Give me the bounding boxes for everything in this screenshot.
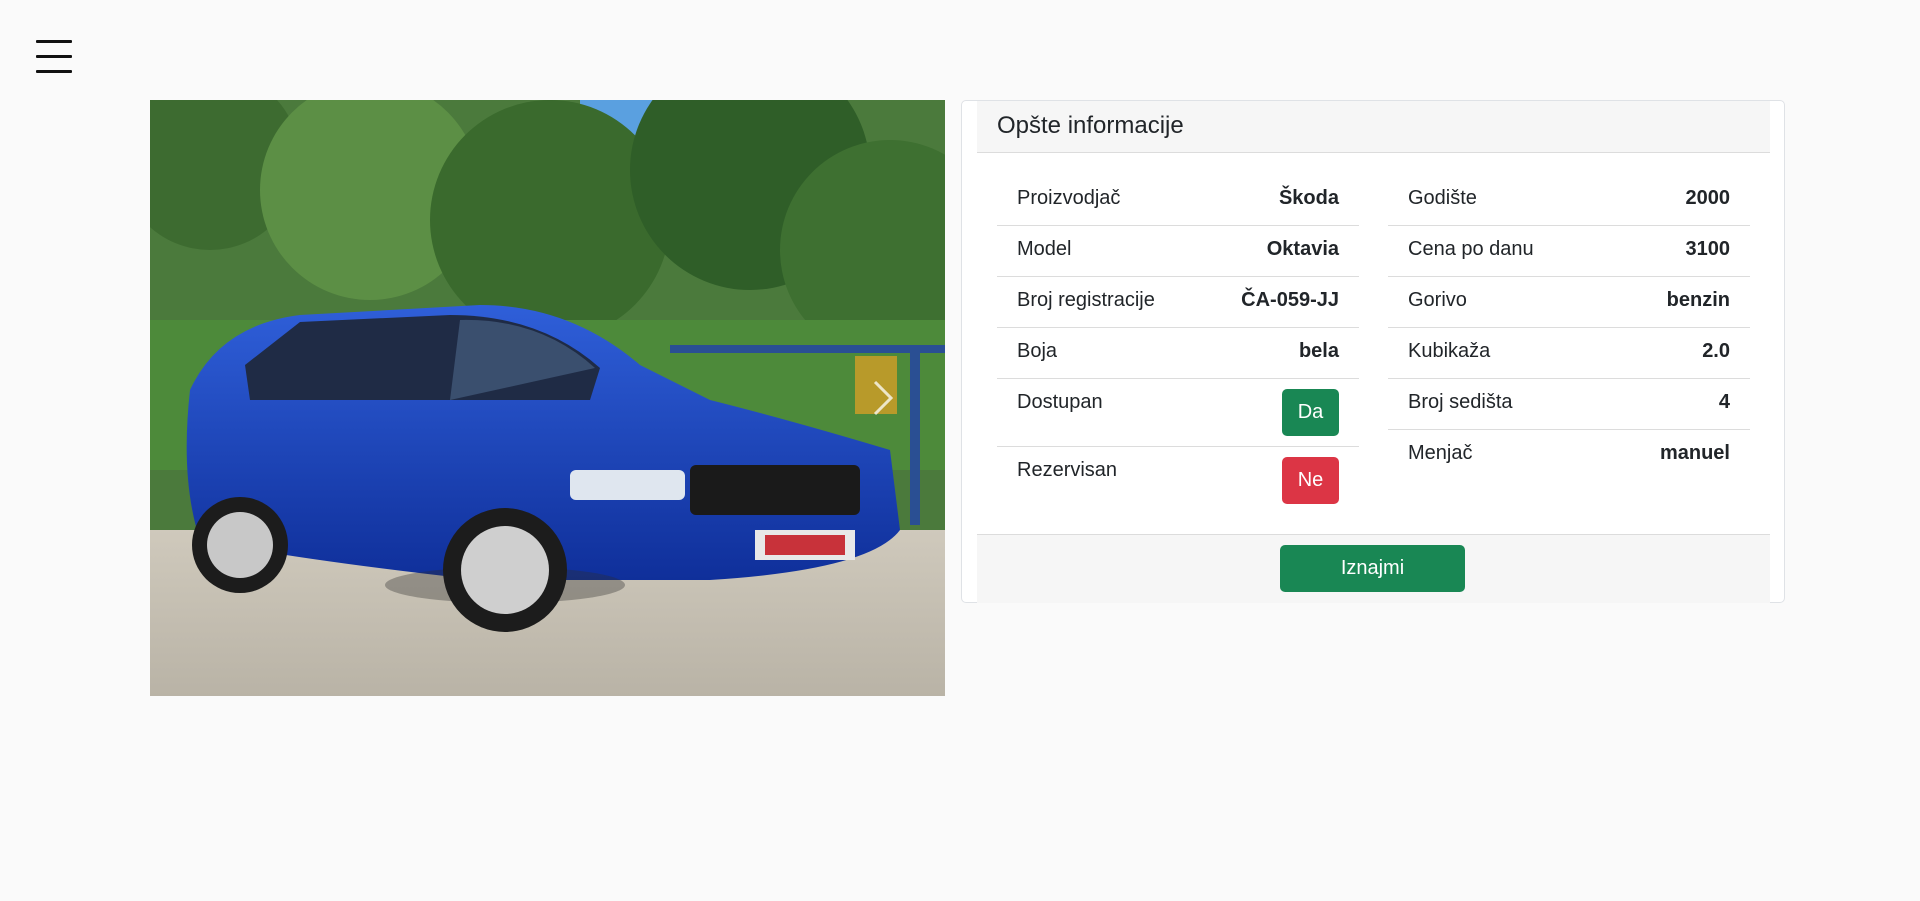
info-row-manufacturer: Proizvodjač Škoda [997, 175, 1359, 226]
chevron-right-icon [873, 380, 894, 416]
info-row-year: Godište 2000 [1388, 175, 1750, 226]
car-photo [150, 100, 945, 696]
row-label: Model [1017, 238, 1072, 260]
hamburger-menu-icon[interactable] [36, 40, 72, 74]
row-label: Kubikaža [1408, 340, 1491, 362]
info-row-available: Dostupan Da [997, 379, 1359, 447]
row-value: Škoda [1278, 187, 1339, 209]
row-value: benzin [1666, 289, 1730, 311]
general-info-card: Opšte informacije Proizvodjač Škoda Mode… [961, 100, 1785, 603]
menu-bar [36, 55, 72, 58]
row-value: ČA-059-JJ [1241, 289, 1339, 311]
row-label: Gorivo [1408, 289, 1467, 311]
card-title: Opšte informacije [997, 112, 1184, 139]
row-label: Cena po danu [1408, 238, 1534, 260]
info-column-right: Godište 2000 Cena po danu 3100 Gorivo be… [1388, 175, 1750, 481]
row-label: Broj registracije [1017, 289, 1155, 311]
info-row-displacement: Kubikaža 2.0 [1388, 328, 1750, 379]
row-value: 2.0 [1702, 340, 1730, 362]
row-value: bela [1298, 340, 1339, 362]
row-value: 4 [1718, 391, 1730, 413]
row-value: 3100 [1685, 238, 1731, 260]
row-label: Boja [1017, 340, 1058, 362]
info-row-model: Model Oktavia [997, 226, 1359, 277]
info-row-price-per-day: Cena po danu 3100 [1388, 226, 1750, 277]
row-label: Broj sedišta [1408, 391, 1513, 413]
info-row-transmission: Menjač manuel [1388, 430, 1750, 481]
info-row-seats: Broj sedišta 4 [1388, 379, 1750, 430]
available-status-badge: Da [1282, 389, 1339, 436]
row-label: Proizvodjač [1017, 187, 1121, 209]
row-label: Godište [1408, 187, 1477, 209]
row-value: manuel [1659, 442, 1730, 464]
info-column-left: Proizvodjač Škoda Model Oktavia Broj reg… [997, 175, 1359, 515]
row-label: Rezervisan [1017, 459, 1118, 481]
card-header: Opšte informacije [977, 101, 1770, 153]
info-row-registration: Broj registracije ČA-059-JJ [997, 277, 1359, 328]
card-footer: Iznajmi [977, 534, 1770, 603]
row-label: Dostupan [1017, 391, 1103, 413]
reserved-status-badge: Ne [1282, 457, 1339, 504]
info-row-fuel: Gorivo benzin [1388, 277, 1750, 328]
row-label: Menjač [1408, 442, 1473, 464]
row-value: 2000 [1685, 187, 1731, 209]
info-row-reserved: Rezervisan Ne [997, 447, 1359, 515]
row-value: Oktavia [1266, 238, 1339, 260]
carousel-next-button[interactable] [861, 370, 905, 426]
menu-bar [36, 70, 72, 73]
info-row-color: Boja bela [997, 328, 1359, 379]
car-image-carousel [150, 100, 945, 696]
menu-bar [36, 40, 72, 43]
rent-button[interactable]: Iznajmi [1280, 545, 1465, 592]
